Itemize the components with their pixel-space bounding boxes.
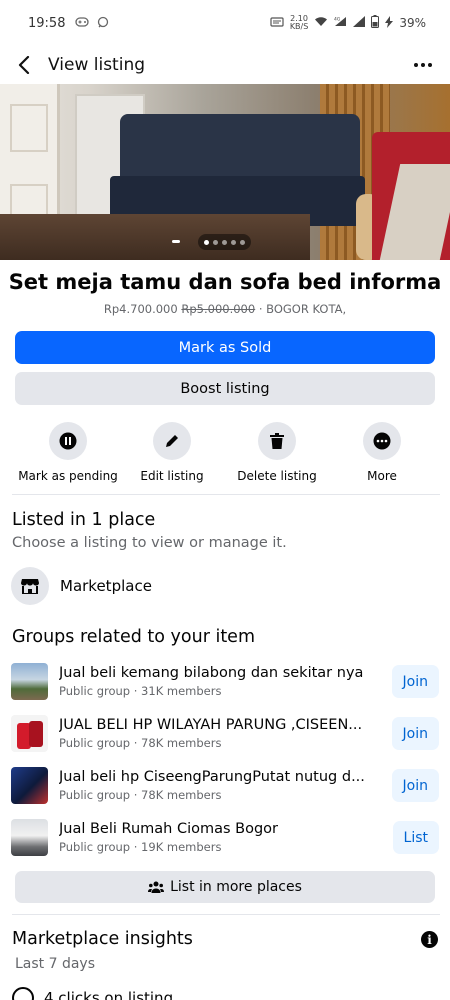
app-bar: View listing [0, 46, 450, 84]
listed-section-subtitle: Choose a listing to view or manage it. [12, 535, 287, 551]
trash-icon [258, 422, 296, 460]
photo-sofa-back [120, 114, 360, 179]
group-item[interactable]: JUAL BELI HP WILAYAH PARUNG ,CISEEN... P… [11, 713, 441, 753]
clicks-label: 4 clicks on listing [44, 989, 174, 1000]
place-label: Marketplace [60, 577, 152, 595]
group-meta: Public group · 78K members [59, 735, 222, 750]
carousel-dots [198, 234, 251, 250]
photo-progress-bar [172, 240, 180, 243]
more-actions-label: More [367, 469, 397, 483]
net-speed: 2.10 KB/S [290, 15, 309, 31]
list-in-more-places-button[interactable]: List in more places [15, 871, 435, 903]
photo-coffee-table [0, 214, 310, 260]
carousel-dot [222, 239, 227, 245]
group-thumbnail [11, 818, 48, 856]
list-in-more-places-label: List in more places [170, 879, 302, 895]
people-icon [148, 881, 165, 893]
gamepad-icon [75, 16, 90, 30]
wifi-icon [314, 16, 328, 30]
data-saver-icon [270, 16, 284, 30]
list-in-group-button[interactable]: List [392, 821, 439, 854]
section-divider [12, 494, 440, 495]
group-name: Jual Beli Rumah Ciomas Bogor [59, 820, 279, 837]
delete-listing-button[interactable]: Delete listing [222, 420, 332, 483]
group-meta: Public group · 19K members [59, 839, 222, 854]
clicks-stat: 4 clicks on listing [12, 987, 173, 1000]
group-thumbnail [11, 714, 48, 752]
carousel-dot [240, 239, 245, 245]
info-icon[interactable]: i [421, 931, 438, 948]
edit-listing-label: Edit listing [140, 469, 204, 483]
lte-icon: 4G [334, 16, 347, 30]
group-item[interactable]: Jual beli kemang bilabong dan sekitar ny… [11, 661, 441, 701]
join-group-button[interactable]: Join [391, 665, 439, 698]
mark-as-sold-button[interactable]: Mark as Sold [15, 331, 435, 364]
group-thumbnail [11, 662, 48, 700]
insights-title: Marketplace insights [12, 929, 193, 949]
group-name: Jual beli hp CiseengParungPutat nutug d.… [59, 768, 365, 785]
carousel-dot [231, 239, 236, 245]
svg-text:4G: 4G [334, 17, 341, 23]
groups-section-title: Groups related to your item [12, 627, 256, 647]
group-item[interactable]: Jual beli hp CiseengParungPutat nutug d.… [11, 765, 441, 805]
join-group-button[interactable]: Join [391, 769, 439, 802]
signal-icon [353, 16, 366, 30]
carousel-dot [204, 239, 209, 245]
mark-as-pending-button[interactable]: Mark as pending [13, 420, 123, 483]
boost-listing-button[interactable]: Boost listing [15, 372, 435, 405]
join-group-button[interactable]: Join [391, 717, 439, 750]
thumb-phone [29, 720, 43, 747]
price-line: Rp4.700.000 Rp5.000.000 · BOGOR KOTA, [0, 302, 450, 316]
charging-icon [385, 15, 394, 31]
listed-section-title: Listed in 1 place [12, 510, 156, 530]
listing-old-price: Rp5.000.000 [181, 302, 256, 316]
listing-title: Set meja tamu dan sofa bed informa [8, 270, 442, 294]
listing-price: Rp4.700.000 [103, 302, 178, 316]
more-actions-button[interactable]: More [327, 420, 437, 483]
edit-listing-button[interactable]: Edit listing [117, 420, 227, 483]
listing-actions: Mark as pending Edit listing Delete list… [0, 420, 450, 486]
group-item[interactable]: Jual Beli Rumah Ciomas Bogor Public grou… [11, 817, 441, 857]
pause-icon [49, 422, 87, 460]
page-title: View listing [48, 55, 146, 75]
net-speed-unit: KB/S [289, 22, 309, 31]
marketplace-place-item[interactable]: Marketplace [11, 567, 431, 605]
group-name: JUAL BELI HP WILAYAH PARUNG ,CISEEN... [59, 716, 363, 733]
overflow-menu-icon[interactable] [410, 52, 436, 78]
notification-app-icon [97, 16, 109, 31]
listing-location: · BOGOR KOTA, [258, 302, 347, 316]
carousel-dot [213, 239, 218, 245]
cursor-click-icon [12, 987, 34, 1000]
pencil-icon [153, 422, 191, 460]
mark-as-pending-label: Mark as pending [18, 469, 118, 483]
group-thumbnail [11, 766, 48, 804]
battery-icon [371, 15, 380, 31]
delete-listing-label: Delete listing [237, 469, 317, 483]
section-divider [12, 914, 440, 915]
more-dots-icon [363, 422, 401, 460]
battery-percent: 39% [399, 16, 426, 30]
storefront-icon [11, 567, 49, 605]
group-name: Jual beli kemang bilabong dan sekitar ny… [59, 664, 364, 681]
back-arrow-icon[interactable] [14, 55, 34, 75]
listing-photo-carousel[interactable] [0, 84, 450, 260]
status-time: 19:58 [28, 15, 66, 31]
status-bar: 19:58 2.10 KB/S 4G 39% [0, 0, 450, 46]
insights-period: Last 7 days [15, 956, 96, 972]
door-panel [10, 104, 48, 152]
group-meta: Public group · 78K members [59, 787, 222, 802]
group-meta: Public group · 31K members [59, 683, 222, 698]
